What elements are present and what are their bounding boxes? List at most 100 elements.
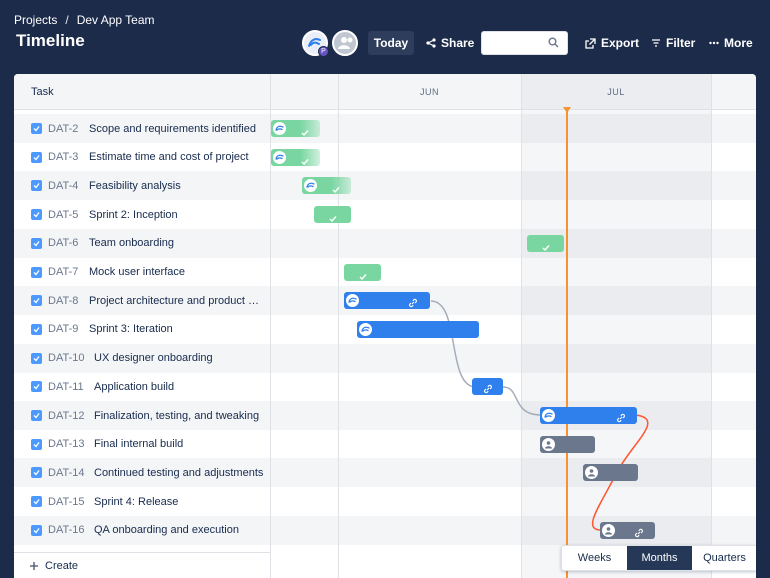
table-row[interactable]: DAT-9 Sprint 3: Iteration bbox=[14, 315, 270, 344]
task-name[interactable]: Feasibility analysis bbox=[89, 180, 261, 192]
task-key[interactable]: DAT-16 bbox=[48, 524, 94, 536]
task-key[interactable]: DAT-15 bbox=[48, 496, 94, 508]
task-key[interactable]: DAT-6 bbox=[48, 237, 89, 249]
breadcrumb-projects[interactable]: Projects bbox=[14, 13, 57, 27]
create-button[interactable]: Create bbox=[14, 552, 270, 578]
table-row[interactable]: DAT-3 Estimate time and cost of project bbox=[14, 143, 270, 172]
task-key[interactable]: DAT-8 bbox=[48, 295, 89, 307]
timeline-bar[interactable] bbox=[472, 378, 503, 396]
timeline-bar[interactable] bbox=[314, 206, 351, 224]
task-key[interactable]: DAT-11 bbox=[48, 381, 94, 393]
table-row[interactable]: DAT-14 Continued testing and adjustments bbox=[14, 458, 270, 488]
check-icon bbox=[359, 273, 367, 280]
view-quarters-button[interactable]: Quarters bbox=[692, 546, 756, 570]
table-row[interactable]: DAT-16 QA onboarding and execution bbox=[14, 515, 270, 545]
task-done-checkbox[interactable] bbox=[31, 123, 42, 134]
view-months-button[interactable]: Months bbox=[627, 546, 692, 570]
page-title: Timeline bbox=[16, 31, 85, 50]
task-name[interactable]: Sprint 2: Inception bbox=[89, 209, 261, 221]
timeline-bar[interactable] bbox=[302, 177, 351, 195]
task-done-checkbox[interactable] bbox=[31, 209, 42, 221]
task-name[interactable]: QA onboarding and execution bbox=[94, 524, 266, 536]
search-field[interactable] bbox=[481, 31, 568, 55]
task-name[interactable]: Continued testing and adjustments bbox=[94, 467, 266, 479]
task-done-checkbox[interactable] bbox=[31, 237, 42, 249]
task-name[interactable]: Finalization, testing, and tweaking bbox=[94, 410, 266, 422]
task-done-checkbox[interactable] bbox=[31, 323, 42, 335]
task-key[interactable]: DAT-12 bbox=[48, 410, 94, 422]
task-key[interactable]: DAT-10 bbox=[48, 352, 94, 364]
timeline-bar[interactable] bbox=[600, 521, 655, 539]
table-row[interactable]: DAT-10 UX designer onboarding bbox=[14, 343, 270, 373]
task-key[interactable]: DAT-14 bbox=[48, 467, 94, 479]
timeline-bar[interactable] bbox=[583, 464, 638, 482]
share-label: Share bbox=[441, 36, 475, 50]
task-name[interactable]: UX designer onboarding bbox=[94, 352, 266, 364]
task-name[interactable]: Mock user interface bbox=[89, 266, 261, 278]
check-icon bbox=[33, 298, 40, 304]
filter-button[interactable]: Filter bbox=[651, 31, 695, 55]
task-done-checkbox[interactable] bbox=[31, 496, 42, 508]
check-icon bbox=[329, 216, 337, 223]
check-icon bbox=[33, 183, 40, 189]
check-icon bbox=[332, 187, 340, 194]
table-row[interactable]: DAT-11 Application build bbox=[14, 372, 270, 401]
today-button[interactable]: Today bbox=[368, 31, 414, 55]
task-done-checkbox[interactable] bbox=[31, 381, 42, 393]
task-done-checkbox[interactable] bbox=[31, 266, 42, 278]
task-key[interactable]: DAT-2 bbox=[48, 123, 89, 135]
task-key[interactable]: DAT-5 bbox=[48, 209, 89, 221]
table-row[interactable]: DAT-12 Finalization, testing, and tweakin… bbox=[14, 401, 270, 430]
search-input[interactable] bbox=[487, 32, 553, 54]
export-button[interactable]: Export bbox=[585, 31, 639, 55]
table-row[interactable]: DAT-13 Final internal build bbox=[14, 430, 270, 459]
task-name[interactable]: Project architecture and product fu... bbox=[89, 295, 261, 307]
timeline-bar[interactable] bbox=[271, 148, 320, 166]
timeline-bar[interactable] bbox=[540, 407, 637, 424]
timeline-bar[interactable] bbox=[540, 435, 595, 453]
timeline-bar[interactable] bbox=[271, 120, 320, 137]
link-icon bbox=[484, 385, 492, 394]
task-key[interactable]: DAT-4 bbox=[48, 180, 89, 192]
view-weeks-button[interactable]: Weeks bbox=[562, 546, 627, 570]
task-done-checkbox[interactable] bbox=[31, 151, 42, 163]
timeline-bar[interactable] bbox=[357, 320, 479, 338]
task-done-checkbox[interactable] bbox=[31, 524, 42, 536]
task-key[interactable]: DAT-13 bbox=[48, 438, 94, 450]
task-done-checkbox[interactable] bbox=[31, 438, 42, 450]
table-row[interactable]: DAT-15 Sprint 4: Release bbox=[14, 487, 270, 516]
table-row[interactable]: DAT-8 Project architecture and product fu… bbox=[14, 286, 270, 316]
timeline-bar[interactable] bbox=[344, 292, 430, 310]
table-row[interactable]: DAT-4 Feasibility analysis bbox=[14, 171, 270, 201]
task-key[interactable]: DAT-7 bbox=[48, 266, 89, 278]
task-name[interactable]: Application build bbox=[94, 381, 266, 393]
task-name[interactable]: Final internal build bbox=[94, 438, 266, 450]
link-icon bbox=[635, 528, 643, 537]
task-name[interactable]: Sprint 4: Release bbox=[94, 496, 266, 508]
table-row[interactable]: DAT-7 Mock user interface bbox=[14, 258, 270, 287]
task-name[interactable]: Estimate time and cost of project bbox=[89, 151, 261, 163]
task-done-checkbox[interactable] bbox=[31, 410, 42, 421]
task-name[interactable]: Sprint 3: Iteration bbox=[89, 323, 261, 335]
timeline-bar[interactable] bbox=[344, 263, 381, 281]
task-done-checkbox[interactable] bbox=[31, 352, 42, 364]
table-row[interactable]: DAT-5 Sprint 2: Inception bbox=[14, 200, 270, 229]
task-name[interactable]: Team onboarding bbox=[89, 237, 261, 249]
table-row[interactable]: DAT-2 Scope and requirements identified bbox=[14, 114, 270, 143]
timeline-bar[interactable] bbox=[527, 234, 564, 252]
task-done-checkbox[interactable] bbox=[31, 180, 42, 192]
task-key[interactable]: DAT-3 bbox=[48, 151, 89, 163]
avatar[interactable]: P bbox=[302, 30, 329, 57]
add-people-button[interactable] bbox=[332, 30, 358, 56]
table-row[interactable]: DAT-6 Team onboarding bbox=[14, 228, 270, 258]
task-done-checkbox[interactable] bbox=[31, 295, 42, 307]
task-key[interactable]: DAT-9 bbox=[48, 323, 89, 335]
assignee-avatar bbox=[273, 122, 286, 135]
breadcrumb-team[interactable]: Dev App Team bbox=[77, 13, 155, 27]
share-button[interactable]: Share bbox=[426, 31, 474, 55]
task-done-checkbox[interactable] bbox=[31, 467, 42, 479]
more-label: More bbox=[724, 36, 753, 50]
task-name[interactable]: Scope and requirements identified bbox=[89, 123, 261, 135]
more-button[interactable]: More bbox=[709, 31, 753, 55]
user-avatar-icon bbox=[361, 326, 370, 332]
